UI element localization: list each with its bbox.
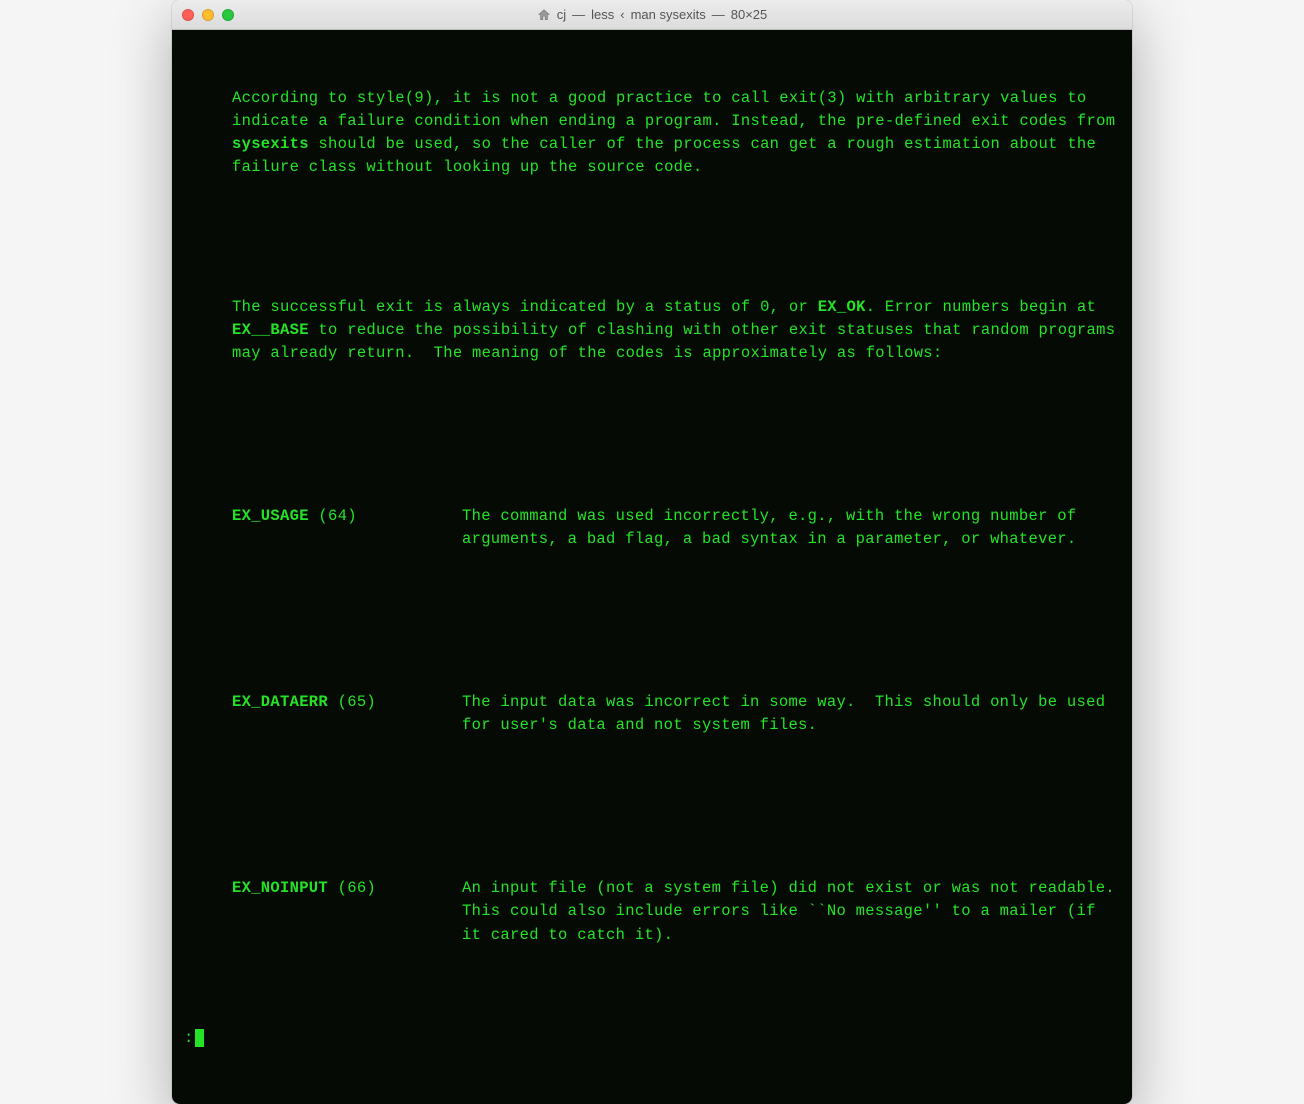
- man-paragraph: The successful exit is always indicated …: [184, 296, 1120, 366]
- bold-ex-base: EX__BASE: [232, 321, 309, 339]
- exit-code-name: EX_USAGE: [232, 507, 309, 525]
- cursor: [195, 1029, 204, 1047]
- titlebar[interactable]: cj — less ‹ man sysexits — 80×25: [172, 0, 1132, 30]
- zoom-button[interactable]: [222, 9, 234, 21]
- exit-code-number: (65): [328, 693, 376, 711]
- window-title: cj — less ‹ man sysexits — 80×25: [537, 7, 768, 22]
- exit-code-desc: The input data was incorrect in some way…: [462, 691, 1120, 738]
- chevron-left-icon: ‹: [620, 7, 624, 22]
- exit-code-name: EX_NOINPUT: [232, 879, 328, 897]
- close-button[interactable]: [182, 9, 194, 21]
- exit-code-number: (66): [328, 879, 376, 897]
- man-entry: EX_USAGE (64) The command was used incor…: [184, 505, 1120, 552]
- man-entry: EX_NOINPUT (66) An input file (not a sys…: [184, 877, 1120, 947]
- folder-name: cj: [557, 7, 566, 22]
- bold-sysexits: sysexits: [232, 135, 309, 153]
- less-prompt[interactable]: :: [184, 1027, 1120, 1050]
- man-paragraph: According to style(9), it is not a good …: [184, 87, 1120, 180]
- man-entry: EX_DATAERR (65) The input data was incor…: [184, 691, 1120, 738]
- exit-code-desc: An input file (not a system file) did no…: [462, 877, 1120, 947]
- minimize-button[interactable]: [202, 9, 214, 21]
- home-icon: [537, 8, 551, 22]
- terminal-dimensions: 80×25: [731, 7, 768, 22]
- bold-ex-ok: EX_OK: [818, 298, 866, 316]
- exit-code-name: EX_DATAERR: [232, 693, 328, 711]
- exit-code-number: (64): [309, 507, 357, 525]
- process-name: less: [591, 7, 614, 22]
- traffic-lights: [182, 9, 234, 21]
- terminal-viewport[interactable]: According to style(9), it is not a good …: [172, 30, 1132, 1104]
- exit-code-desc: The command was used incorrectly, e.g., …: [462, 505, 1120, 552]
- terminal-window: cj — less ‹ man sysexits — 80×25 Accordi…: [172, 0, 1132, 1104]
- command-text: man sysexits: [631, 7, 706, 22]
